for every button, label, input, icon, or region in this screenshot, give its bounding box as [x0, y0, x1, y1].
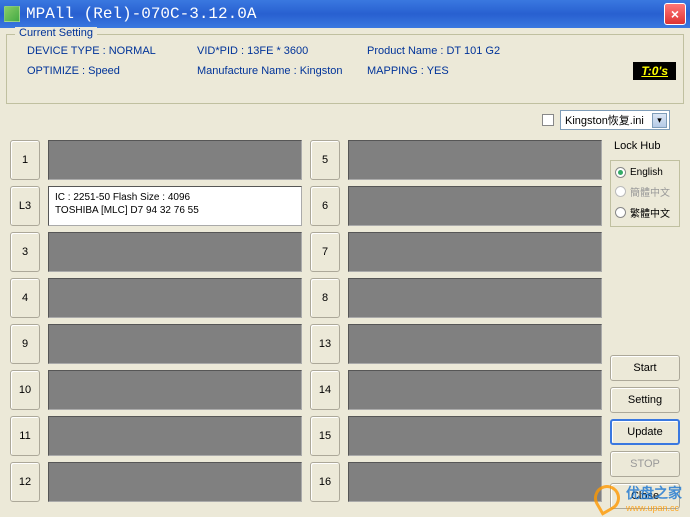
clip-icon	[589, 480, 625, 516]
slot-button-16[interactable]: 16	[310, 462, 340, 502]
radio-traditional[interactable]: 繁體中文	[615, 205, 675, 220]
slot-body-7	[348, 232, 602, 272]
titlebar: MPAll (Rel)-070C-3.12.0A ×	[0, 0, 690, 28]
optimize-label: OPTIMIZE : Speed	[27, 65, 197, 77]
slot-body-3	[48, 232, 302, 272]
watermark: 优盘之家 www.upan.cc	[594, 483, 682, 513]
config-checkbox[interactable]	[542, 114, 554, 126]
setting-button[interactable]: Setting	[610, 387, 680, 413]
vid-pid-label: VID*PID : 13FE * 3600	[197, 45, 367, 57]
app-icon	[4, 6, 20, 22]
update-button[interactable]: Update	[610, 419, 680, 445]
slot-body-5	[348, 140, 602, 180]
slot-button-6[interactable]: 6	[310, 186, 340, 226]
slot-button-12[interactable]: 12	[10, 462, 40, 502]
slot-button-10[interactable]: 10	[10, 370, 40, 410]
slot-button-15[interactable]: 15	[310, 416, 340, 456]
config-dropdown[interactable]: Kingston恢复.ini ▾	[560, 110, 670, 130]
slot-button-4[interactable]: 4	[10, 278, 40, 318]
lock-hub-label: Lock Hub	[614, 140, 660, 152]
slot-button-11[interactable]: 11	[10, 416, 40, 456]
radio-traditional-label: 繁體中文	[630, 205, 670, 220]
product-name-label: Product Name : DT 101 G2	[367, 45, 500, 57]
slot-button-3[interactable]: 3	[10, 232, 40, 272]
settings-legend: Current Setting	[15, 27, 97, 39]
close-icon[interactable]: ×	[664, 3, 686, 25]
radio-dot-icon	[615, 167, 626, 178]
client-area: Current Setting DEVICE TYPE : NORMAL VID…	[0, 28, 690, 517]
slot-button-13[interactable]: 13	[310, 324, 340, 364]
watermark-text: 优盘之家	[626, 485, 682, 501]
slot-button-9[interactable]: 9	[10, 324, 40, 364]
timer-display: T:0's	[633, 62, 676, 80]
slot-info-line1: IC : 2251-50 Flash Size : 4096	[55, 191, 295, 204]
slot-button-8[interactable]: 8	[310, 278, 340, 318]
slot-body-9	[48, 324, 302, 364]
manufacturer-label: Manufacture Name : Kingston	[197, 65, 367, 77]
slot-body-14	[348, 370, 602, 410]
slot-button-14[interactable]: 14	[310, 370, 340, 410]
slot-body-13	[348, 324, 602, 364]
radio-simplified: 簡體中文	[615, 184, 675, 199]
slot-grid: 1 5 L3 IC : 2251-50 Flash Size : 4096 TO…	[10, 140, 602, 509]
window-title: MPAll (Rel)-070C-3.12.0A	[26, 5, 664, 23]
slot-button-5[interactable]: 5	[310, 140, 340, 180]
config-row: Kingston恢复.ini ▾	[542, 110, 670, 130]
slot-body-16	[348, 462, 602, 502]
chevron-down-icon: ▾	[652, 113, 667, 128]
radio-english[interactable]: English	[615, 167, 675, 178]
slot-body-4	[48, 278, 302, 318]
mapping-label: MAPPING : YES	[367, 65, 449, 77]
config-dropdown-value: Kingston恢复.ini	[565, 112, 644, 128]
lock-hub-row: Lock Hub	[610, 140, 680, 152]
watermark-url: www.upan.cc	[626, 503, 682, 513]
slot-button-1[interactable]: 1	[10, 140, 40, 180]
start-button[interactable]: Start	[610, 355, 680, 381]
settings-groupbox: Current Setting DEVICE TYPE : NORMAL VID…	[6, 34, 684, 104]
stop-button: STOP	[610, 451, 680, 477]
slot-info-line2: TOSHIBA [MLC] D7 94 32 76 55	[55, 204, 295, 217]
slot-body-l3: IC : 2251-50 Flash Size : 4096 TOSHIBA […	[48, 186, 302, 226]
radio-english-label: English	[630, 167, 663, 178]
slot-button-l3[interactable]: L3	[10, 186, 40, 226]
radio-dot-icon	[615, 207, 626, 218]
side-panel: Lock Hub English 簡體中文 繁體中文 Start Setting	[610, 140, 680, 509]
radio-simplified-label: 簡體中文	[630, 184, 670, 199]
slot-body-11	[48, 416, 302, 456]
radio-dot-icon	[615, 186, 626, 197]
device-type-label: DEVICE TYPE : NORMAL	[27, 45, 197, 57]
slot-body-10	[48, 370, 302, 410]
slot-body-12	[48, 462, 302, 502]
slot-body-15	[348, 416, 602, 456]
slot-body-8	[348, 278, 602, 318]
slot-button-7[interactable]: 7	[310, 232, 340, 272]
slot-body-1	[48, 140, 302, 180]
slot-body-6	[348, 186, 602, 226]
language-groupbox: English 簡體中文 繁體中文	[610, 160, 680, 227]
